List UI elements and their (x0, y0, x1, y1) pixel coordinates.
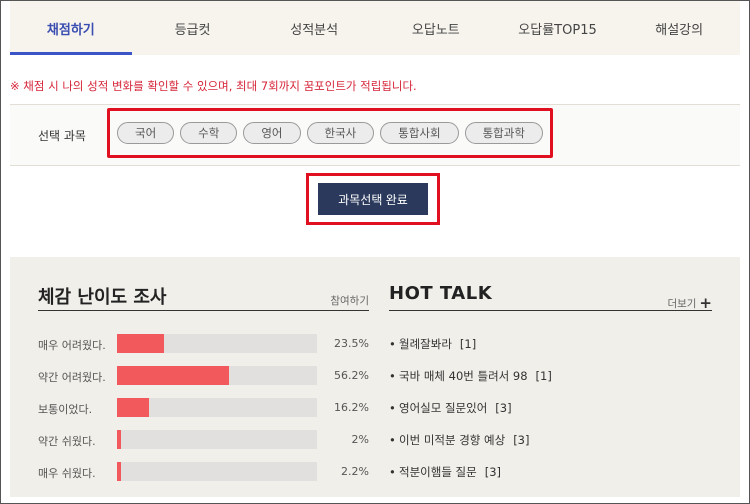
survey-bar-track (117, 334, 317, 353)
survey-rows: 매우 어려웠다. 23.5% 약간 어려웠다. 56.2% 보통이었다. 16.… (38, 311, 369, 481)
hot-item-title: 적분이햄들 질문 (399, 465, 477, 479)
hot-item-title: 월례잘봐라 (399, 337, 452, 351)
survey-bar-fill (117, 398, 150, 417)
survey-row-percent: 56.2% (334, 369, 369, 382)
tab-wrong-rate-top15[interactable]: 오답률TOP15 (497, 1, 619, 55)
hot-item-count: [3] (495, 401, 512, 415)
list-item[interactable]: • 영어실모 질문있어 [3] (389, 400, 512, 416)
survey-bar-fill (117, 430, 121, 449)
complete-button-highlight: 과목선택 완료 (306, 173, 440, 225)
hot-item-count: [1] (535, 369, 552, 383)
bullet-icon: • (389, 369, 396, 383)
survey-bar-track (117, 366, 317, 385)
hot-talk-more-link[interactable]: 더보기 + (667, 293, 712, 312)
survey-bar-track (117, 398, 317, 417)
plus-icon: + (699, 294, 712, 312)
survey-row-percent: 23.5% (334, 337, 369, 350)
hot-item-title: 영어실모 질문있어 (399, 401, 488, 415)
hot-item-count: [3] (513, 433, 530, 447)
subject-chip-korean[interactable]: 국어 (117, 122, 175, 144)
survey-join-link[interactable]: 참여하기 (330, 293, 369, 308)
survey-row-label: 매우 쉬웠다. (38, 467, 96, 480)
subject-chip-social[interactable]: 통합사회 (380, 122, 459, 144)
survey-row-label: 보통이었다. (38, 403, 93, 416)
bullet-icon: • (389, 433, 396, 447)
subject-chip-english[interactable]: 영어 (243, 122, 301, 144)
survey-row: 보통이었다. 16.2% (38, 398, 369, 418)
list-item[interactable]: • 적분이햄들 질문 [3] (389, 464, 501, 480)
hot-talk-header: HOT TALK 더보기 + (389, 283, 712, 312)
tab-grading[interactable]: 채점하기 (10, 1, 132, 55)
lower-panel: 체감 난이도 조사 참여하기 매우 어려웠다. 23.5% 약간 어려웠다. 5… (10, 257, 740, 497)
subject-chip-math[interactable]: 수학 (180, 122, 238, 144)
survey-bar-track (117, 430, 317, 449)
more-label: 더보기 (667, 298, 697, 310)
survey-title: 체감 난이도 조사 (38, 287, 167, 308)
hot-talk-title: HOT TALK (389, 283, 493, 304)
list-item[interactable]: • 월례잘봐라 [1] (389, 336, 476, 352)
notice-text: ※ 채점 시 나의 성적 변화를 확인할 수 있으며, 최대 7회까지 꿈포인트… (10, 79, 417, 93)
survey-row-label: 약간 쉬웠다. (38, 435, 96, 448)
survey-row: 매우 어려웠다. 23.5% (38, 334, 369, 354)
subject-chip-korean-history[interactable]: 한국사 (306, 122, 375, 144)
bullet-icon: • (389, 337, 396, 351)
hot-item-title: 국바 매체 40번 틀려서 98 (399, 369, 528, 383)
tab-lecture[interactable]: 해설강의 (618, 1, 740, 55)
subject-label: 선택 과목 (38, 129, 86, 143)
tab-grade-cut[interactable]: 등급컷 (132, 1, 254, 55)
tab-score-analysis[interactable]: 성적분석 (253, 1, 375, 55)
survey-bar-fill (117, 334, 164, 353)
subject-complete-button[interactable]: 과목선택 완료 (318, 183, 428, 215)
difficulty-survey: 체감 난이도 조사 참여하기 매우 어려웠다. 23.5% 약간 어려웠다. 5… (38, 283, 369, 481)
hot-item-title: 이번 미적분 경향 예상 (399, 433, 506, 447)
tab-bar: 채점하기 등급컷 성적분석 오답노트 오답률TOP15 해설강의 (10, 1, 740, 55)
subject-chip-group: 국어 수학 영어 한국사 통합사회 통합과학 (107, 108, 553, 158)
survey-row: 약간 쉬웠다. 2% (38, 430, 369, 450)
subject-select-row: 선택 과목 국어 수학 영어 한국사 통합사회 통합과학 (10, 104, 740, 166)
survey-row: 약간 어려웠다. 56.2% (38, 366, 369, 386)
hot-talk-list: • 월례잘봐라 [1] • 국바 매체 40번 틀려서 98 [1] • 영어실모 질문있… (389, 311, 712, 481)
survey-row-label: 매우 어려웠다. (38, 339, 106, 352)
survey-bar-fill (117, 366, 230, 385)
survey-row-percent: 2.2% (341, 465, 369, 478)
tab-wrong-note[interactable]: 오답노트 (375, 1, 497, 55)
survey-row-label: 약간 어려웠다. (38, 371, 106, 384)
survey-header: 체감 난이도 조사 참여하기 (38, 283, 369, 311)
survey-row-percent: 2% (351, 433, 369, 446)
survey-bar-track (117, 462, 317, 481)
page-frame: 채점하기 등급컷 성적분석 오답노트 오답률TOP15 해설강의 ※ 채점 시 … (0, 0, 750, 504)
bullet-icon: • (389, 465, 396, 479)
list-item[interactable]: • 국바 매체 40번 틀려서 98 [1] (389, 368, 552, 384)
survey-row-percent: 16.2% (334, 401, 369, 414)
subject-chip-science[interactable]: 통합과학 (464, 122, 543, 144)
hot-item-count: [3] (484, 465, 502, 479)
hot-item-count: [1] (459, 337, 477, 351)
bullet-icon: • (389, 401, 396, 415)
survey-row: 매우 쉬웠다. 2.2% (38, 462, 369, 482)
survey-bar-fill (117, 462, 122, 481)
hot-talk: HOT TALK 더보기 + • 월례잘봐라 [1] • 국바 매체 40번 틀려서 9… (389, 283, 712, 481)
list-item[interactable]: • 이번 미적분 경향 예상 [3] (389, 432, 529, 448)
